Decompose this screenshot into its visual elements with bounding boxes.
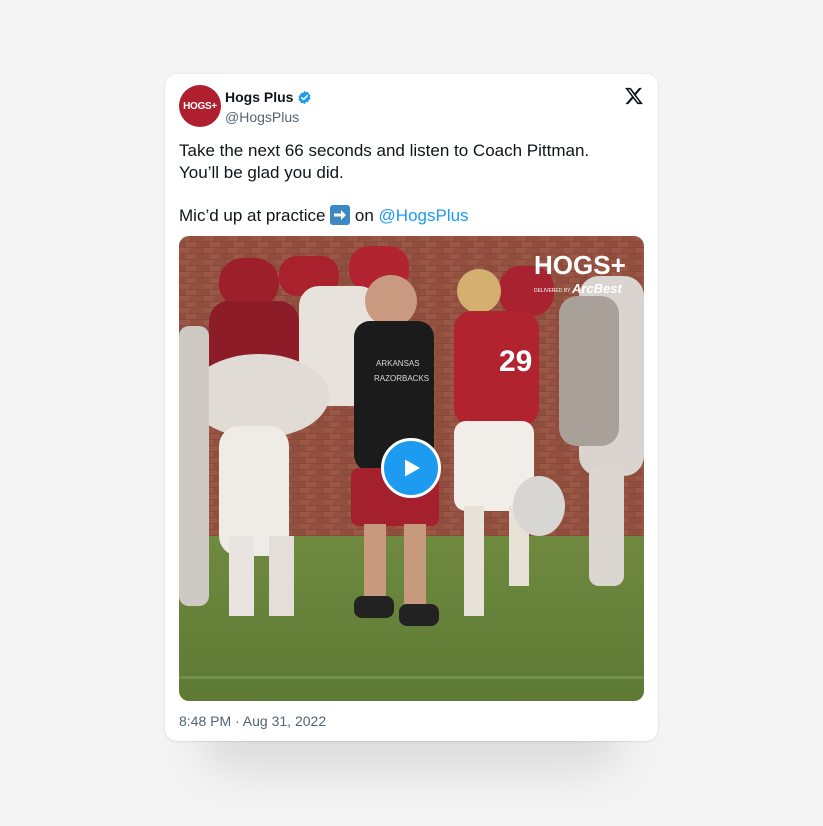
player-jersey	[189, 354, 329, 438]
tweet-embed-card[interactable]: HOGS+ Hogs Plus @HogsPlus Take the next …	[165, 74, 658, 741]
coach-head	[365, 275, 417, 327]
play-button[interactable]	[381, 438, 441, 498]
player-leg	[179, 326, 209, 606]
helmet	[219, 258, 279, 308]
watermark-sub: DELIVERED BY	[534, 288, 571, 294]
right-arrow-emoji-icon	[330, 205, 351, 225]
coach-leg	[404, 524, 426, 604]
avatar-text: HOGS+	[183, 100, 217, 112]
author-handle[interactable]: @HogsPlus	[225, 109, 299, 125]
player-leg	[464, 506, 484, 616]
coach-leg	[364, 524, 386, 604]
tweet-text-line: Mic’d up at practice on @HogsPlus	[179, 205, 639, 227]
watermark-sponsor: ArcBest	[571, 281, 623, 294]
shirt-text: ARKANSAS	[376, 359, 420, 368]
helmet-in-hand	[513, 476, 565, 536]
player-leg	[229, 536, 254, 616]
page-background: HOGS+ Hogs Plus @HogsPlus Take the next …	[0, 0, 823, 826]
player-leg	[269, 536, 294, 616]
tweet-text-line: Take the next 66 seconds and listen to C…	[179, 141, 590, 160]
coach-shoe	[354, 596, 394, 618]
tweet-text: Take the next 66 seconds and listen to C…	[179, 140, 639, 227]
verified-badge-icon	[299, 90, 311, 104]
player-head	[457, 269, 501, 313]
play-icon	[405, 459, 420, 477]
jersey-number: 29	[499, 345, 532, 378]
mention-link[interactable]: @HogsPlus	[379, 206, 469, 225]
tweet-timestamp[interactable]: 8:48 PM · Aug 31, 2022	[179, 713, 326, 729]
coach-shoe	[399, 604, 439, 626]
shirt-text: RAZORBACKS	[374, 374, 429, 383]
hogs-plus-watermark: HOGS+ DELIVERED BY ArcBest	[534, 246, 634, 296]
player-jersey	[559, 296, 619, 446]
tweet-text-line: You’ll be glad you did.	[179, 163, 344, 182]
player-leg	[589, 466, 624, 586]
x-logo-icon[interactable]	[624, 86, 644, 106]
author-name-row[interactable]: Hogs Plus	[225, 89, 312, 105]
tweet-text-fragment: on	[350, 206, 379, 225]
tweet-text-fragment: Mic’d up at practice	[179, 206, 331, 225]
video-thumbnail[interactable]: ARKANSAS RAZORBACKS 29 HOGS+ DELIVERED B…	[179, 236, 644, 701]
avatar[interactable]: HOGS+	[179, 85, 221, 127]
watermark-brand: HOGS+	[534, 250, 626, 280]
author-name[interactable]: Hogs Plus	[225, 89, 293, 105]
